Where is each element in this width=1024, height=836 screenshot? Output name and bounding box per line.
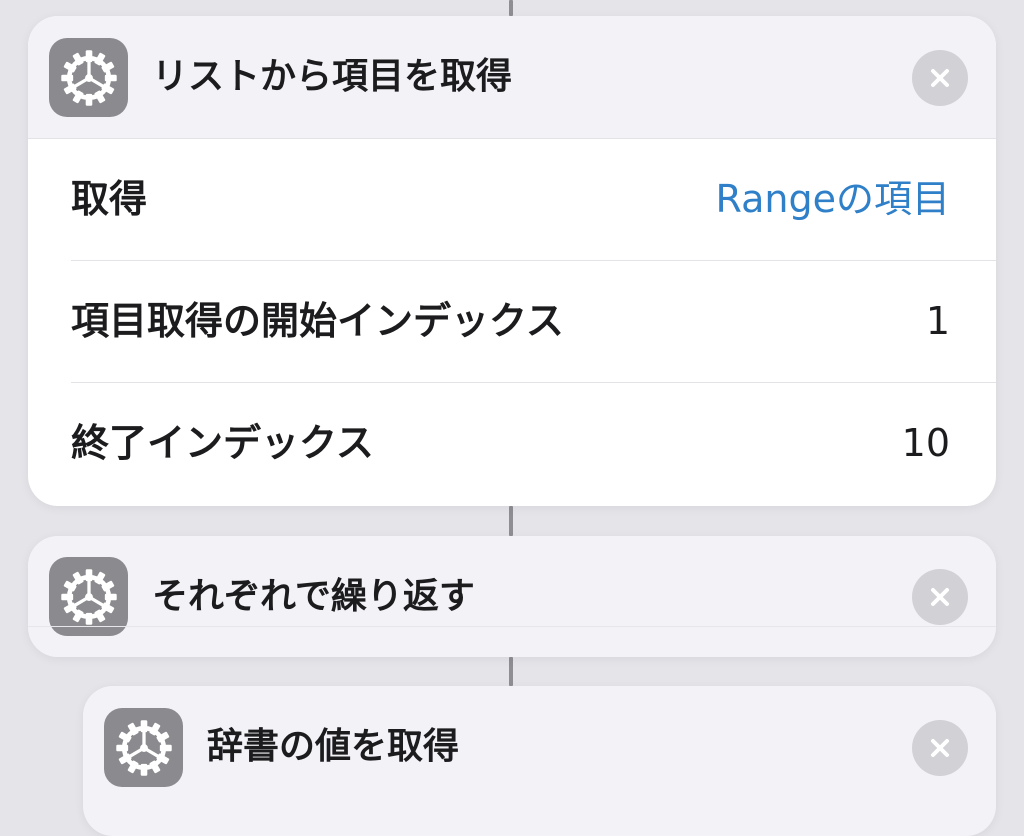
gear-icon: [104, 708, 183, 787]
param-row-start-index[interactable]: 項目取得の開始インデックス 1: [71, 261, 996, 383]
close-icon: [931, 739, 949, 757]
action-card-get-item-from-list[interactable]: リストから項目を取得 取得 Rangeの項目 項目取得の開始インデックス 1 終…: [28, 16, 996, 506]
action-card-get-dictionary-value[interactable]: 辞書の値を取得: [83, 686, 996, 836]
gear-icon: [49, 38, 128, 117]
flow-connector-bottom: [509, 657, 513, 686]
param-label: 項目取得の開始インデックス: [71, 299, 564, 343]
param-label: 取得: [71, 177, 148, 221]
param-label: 終了インデックス: [71, 421, 374, 465]
remove-action-button[interactable]: [912, 50, 968, 106]
action-header[interactable]: 辞書の値を取得: [83, 686, 996, 808]
action-title: それぞれで繰り返す: [152, 576, 475, 617]
param-row-get[interactable]: 取得 Rangeの項目: [71, 139, 996, 261]
action-card-repeat-with-each[interactable]: それぞれで繰り返す: [28, 536, 996, 657]
remove-action-button[interactable]: [912, 720, 968, 776]
close-icon: [931, 588, 949, 606]
close-icon: [931, 69, 949, 87]
divider: [28, 626, 996, 627]
param-value-get-picker[interactable]: Rangeの項目: [716, 139, 950, 260]
action-title: 辞書の値を取得: [207, 726, 460, 767]
action-title: リストから項目を取得: [152, 56, 513, 97]
flow-connector-top: [509, 0, 513, 16]
gear-icon: [49, 557, 128, 636]
action-header[interactable]: それぞれで繰り返す: [28, 536, 996, 657]
flow-connector-middle: [509, 506, 513, 536]
param-row-end-index[interactable]: 終了インデックス 10: [71, 383, 996, 504]
param-value-end-index[interactable]: 10: [902, 383, 950, 504]
remove-action-button[interactable]: [912, 569, 968, 625]
param-value-start-index[interactable]: 1: [926, 261, 950, 382]
action-header[interactable]: リストから項目を取得: [28, 16, 996, 139]
